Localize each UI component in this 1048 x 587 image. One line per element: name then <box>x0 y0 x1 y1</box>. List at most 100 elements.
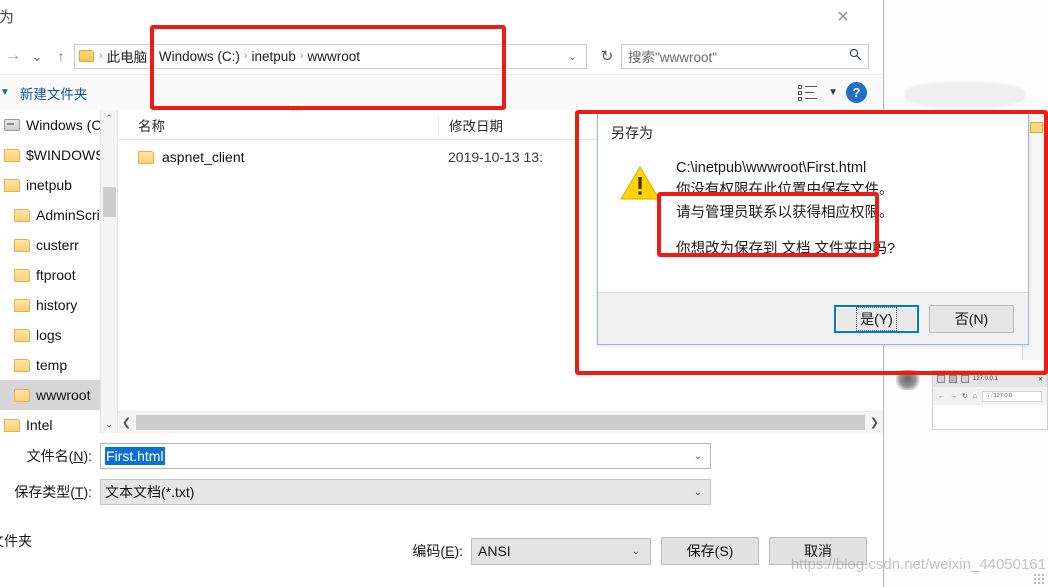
help-icon[interactable]: ? <box>846 82 867 103</box>
chevron-down-icon[interactable]: ⌄ <box>628 546 644 557</box>
permission-error-dialog: 另存为 C:\inetpub\wwwroot\First.html 你没有权限在… <box>597 112 1029 345</box>
drive-icon <box>4 119 20 131</box>
column-header-name[interactable]: 名称 <box>118 115 438 135</box>
chevron-down-icon[interactable]: ⌄ <box>690 451 706 462</box>
filetype-row: 保存类型(T): 文本文档(*.txt) ⌄ <box>0 477 883 507</box>
tree-scroll-thumb[interactable] <box>103 187 116 217</box>
chevron-down-icon[interactable]: ⌄ <box>26 43 48 69</box>
filetype-label: 保存类型(T): <box>14 484 92 500</box>
encoding-select[interactable]: ANSI ⌄ <box>471 537 651 565</box>
refresh-icon[interactable]: ↻ <box>595 44 619 69</box>
tree-item-label: $WINDOWS. <box>26 147 109 163</box>
sort-ascending-icon: ⌃ <box>290 107 300 119</box>
folder-icon <box>14 208 30 222</box>
no-button[interactable]: 否(N) <box>929 304 1014 333</box>
folder-icon <box>14 388 30 402</box>
filename-input[interactable]: First.html ⌄ <box>100 443 711 469</box>
background-forward-icon[interactable]: → <box>950 393 957 400</box>
organize-caret-icon[interactable]: ▼ <box>0 87 10 98</box>
save-form: 文件名(N): First.html ⌄ 保存类型(T): 文本文档(*.txt… <box>0 433 883 573</box>
background-reload-icon[interactable]: ↻ <box>962 392 968 400</box>
address-bar-row: → ⌄ ↑ › 此电脑 › Windows (C:) › inetpub › w… <box>0 38 883 74</box>
search-placeholder: 搜索"wwwroot" <box>628 50 718 65</box>
folder-icon <box>79 50 94 62</box>
background-browser-window[interactable]: 127.0.0.1 ✕ ← → ↻ ⌂ ⓘ 127.0.0 <box>932 370 1048 430</box>
dialog-footer: 是(Y) 否(N) <box>598 292 1028 344</box>
dialog-line-1: 你没有权限在此位置中保存文件。 <box>676 182 894 199</box>
file-name-label: aspnet_client <box>162 149 245 165</box>
tree-item-label: Windows (C:) <box>26 117 111 133</box>
folder-icon <box>14 238 30 252</box>
close-icon[interactable]: ✕ <box>821 2 865 32</box>
tree-scrollbar[interactable]: ⌃ ⌄ <box>100 110 117 433</box>
background-tab-page-icon <box>961 375 969 383</box>
background-tab-icon-1[interactable] <box>937 375 945 383</box>
breadcrumb-item-3[interactable]: wwwroot <box>306 49 363 64</box>
horizontal-scrollbar[interactable]: ❮ ❯ <box>118 411 883 433</box>
folder-icon <box>14 268 30 282</box>
background-browser-tab-title[interactable]: 127.0.0.1 <box>973 376 998 382</box>
dialog-body: C:\inetpub\wwwroot\First.html 你没有权限在此位置中… <box>598 143 1028 292</box>
folder-icon <box>14 358 30 372</box>
folder-icon <box>14 298 30 312</box>
warning-triangle-icon <box>620 165 660 201</box>
chevron-down-icon[interactable]: ⌄ <box>563 50 582 63</box>
search-input[interactable]: 搜索"wwwroot" <box>621 43 869 69</box>
dialog-line-2: 请与管理员联系以获得相应权限。 <box>676 204 894 221</box>
breadcrumb-item-0[interactable]: 此电脑 <box>105 46 150 66</box>
background-back-icon[interactable]: ← <box>938 393 945 400</box>
breadcrumb[interactable]: › 此电脑 › Windows (C:) › inetpub › wwwroot… <box>74 43 587 69</box>
folder-icon <box>4 178 20 192</box>
window-title: 存为 <box>0 9 15 26</box>
scroll-up-icon[interactable]: ⌃ <box>101 110 117 127</box>
tree-item-label: ftproot <box>36 267 76 283</box>
dialog-title: 另存为 <box>611 125 653 141</box>
save-button[interactable]: 保存(S) <box>661 537 759 565</box>
tree-item-label: custerr <box>36 237 79 253</box>
folder-icon <box>4 148 20 162</box>
breadcrumb-separator-0: › <box>99 50 103 62</box>
filetype-value: 文本文档(*.txt) <box>105 484 195 500</box>
forward-arrow-icon[interactable]: → <box>2 43 24 69</box>
search-icon[interactable] <box>849 48 862 64</box>
tree-item-label: history <box>36 297 78 313</box>
filename-row: 文件名(N): First.html ⌄ <box>0 441 883 471</box>
background-url-text: 127.0.0 <box>993 393 1012 399</box>
new-folder-button[interactable]: 新建文件夹 <box>20 83 88 103</box>
horizontal-scroll-thumb[interactable] <box>136 415 865 430</box>
chevron-down-icon[interactable]: ⌄ <box>690 487 706 498</box>
tree-item-label: inetpub <box>26 177 72 193</box>
background-browser-content <box>933 405 1047 429</box>
file-name-cell[interactable]: aspnet_client <box>118 149 438 165</box>
background-home-icon[interactable]: ⌂ <box>973 393 977 400</box>
yes-button[interactable]: 是(Y) <box>834 304 919 333</box>
chevron-down-icon[interactable]: ▼ <box>828 87 838 98</box>
tree-item-label: wwwroot <box>36 387 91 403</box>
form-actions: 编码(E): ANSI ⌄ 保存(S) 取消 <box>0 513 883 573</box>
filename-label: 文件名(N): <box>26 448 92 464</box>
resize-grip-icon[interactable] <box>1033 573 1045 585</box>
background-browser-tabstrip[interactable]: 127.0.0.1 ✕ <box>933 371 1047 387</box>
navigation-tree[interactable]: Windows (C:) $WINDOWS. inetpub AdminScri… <box>0 110 118 433</box>
hide-folders-label[interactable]: 文件夹 <box>0 531 32 551</box>
folder-icon <box>14 328 30 342</box>
background-tab-icon-2[interactable] <box>949 375 957 383</box>
scroll-down-icon[interactable]: ⌄ <box>101 416 117 433</box>
folder-icon <box>4 418 20 432</box>
background-browser-navbar[interactable]: ← → ↻ ⌂ ⓘ 127.0.0 <box>933 387 1047 405</box>
breadcrumb-item-2[interactable]: inetpub <box>250 49 298 64</box>
breadcrumb-separator-3: › <box>299 50 304 62</box>
list-view-icon[interactable] <box>798 84 820 102</box>
filetype-select[interactable]: 文本文档(*.txt) ⌄ <box>100 479 711 505</box>
yes-button-label: 是(Y) <box>856 306 897 331</box>
breadcrumb-separator-1: › <box>151 50 155 62</box>
scroll-right-icon[interactable]: ❯ <box>866 416 883 429</box>
close-tab-icon[interactable]: ✕ <box>1038 376 1043 383</box>
scroll-left-icon[interactable]: ❮ <box>118 416 135 429</box>
background-url-bar[interactable]: ⓘ 127.0.0 <box>982 390 1042 402</box>
watermark: https://blog.csdn.net/weixin_44050161 <box>790 556 1046 573</box>
up-arrow-icon[interactable]: ↑ <box>50 43 72 69</box>
breadcrumb-item-1[interactable]: Windows (C:) <box>157 49 242 64</box>
info-icon: ⓘ <box>986 394 992 400</box>
tree-item-label: AdminScrip <box>36 207 108 223</box>
